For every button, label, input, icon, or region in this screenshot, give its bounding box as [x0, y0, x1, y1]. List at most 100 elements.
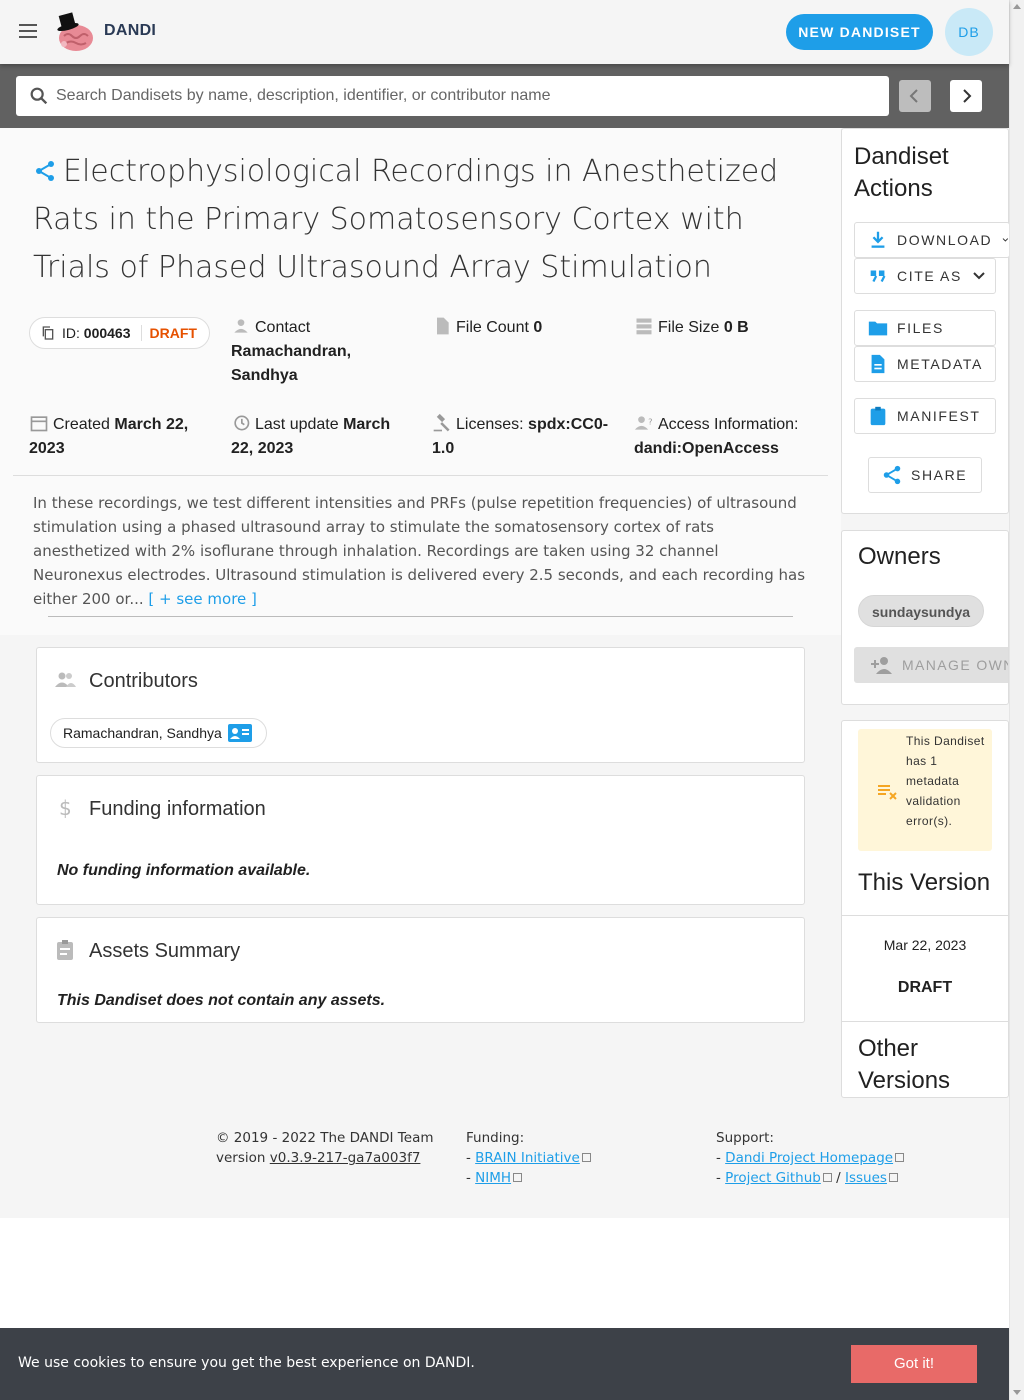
chevron-down-icon	[1002, 238, 1009, 242]
owners-title: Owners	[858, 543, 941, 570]
storage-icon	[636, 318, 652, 335]
search-icon	[30, 87, 48, 105]
description-divider	[48, 616, 793, 617]
person-question-icon: ?	[634, 416, 653, 430]
access-value: dandi:OpenAccess	[634, 440, 779, 457]
app-bar: DANDI NEW DANDISET DB	[0, 0, 1009, 64]
dollar-icon: $	[59, 796, 72, 820]
dandiset-title: Electrophysiological Recordings in Anest…	[33, 154, 779, 285]
share-icon	[883, 465, 901, 485]
manage-owners-button[interactable]: MANAGE OWNERS	[854, 647, 1008, 683]
brain-initiative-link[interactable]: BRAIN Initiative	[475, 1150, 580, 1166]
playlist-remove-icon	[878, 785, 897, 800]
funding-card: $ Funding information No funding informa…	[36, 775, 805, 905]
dandi-logo[interactable]	[52, 10, 96, 54]
cookie-accept-button[interactable]: Got it!	[851, 1345, 977, 1383]
scroll-down-arrow-icon[interactable]	[1013, 1390, 1021, 1395]
dandiset-description: In these recordings, we test different i…	[33, 491, 808, 611]
manage-owners-label: MANAGE OWNERS	[902, 657, 1008, 673]
manifest-button[interactable]: MANIFEST	[854, 398, 996, 434]
next-dandiset-button[interactable]	[950, 80, 982, 112]
new-dandiset-button[interactable]: NEW DANDISET	[786, 14, 933, 50]
contact-card-icon	[227, 724, 252, 742]
external-link-icon	[895, 1153, 905, 1162]
search-input[interactable]	[56, 76, 876, 116]
download-button[interactable]: DOWNLOAD	[854, 222, 1010, 258]
page-bottom-area	[0, 1218, 1009, 1328]
validation-warning[interactable]: This Dandiset has 1 metadata validation …	[858, 729, 992, 851]
licenses-label: Licenses:	[456, 416, 524, 433]
file-count-label: File Count	[456, 319, 529, 336]
support-label: Support:	[716, 1130, 774, 1146]
this-version-title: This Version	[858, 869, 991, 896]
menu-icon[interactable]	[16, 20, 40, 44]
cite-as-label: CITE AS	[897, 268, 962, 284]
dandiset-id: 000463	[83, 325, 131, 341]
dandiset-actions-card: Dandiset Actions DOWNLOAD CITE AS FILES …	[841, 128, 1010, 514]
download-icon	[871, 231, 885, 248]
svg-text:?: ?	[648, 417, 652, 427]
search-bar	[0, 64, 1009, 128]
dandiset-main: Electrophysiological Recordings in Anest…	[0, 128, 841, 635]
project-homepage-link[interactable]: Dandi Project Homepage	[725, 1150, 893, 1166]
external-link-icon	[513, 1173, 523, 1182]
version-entry[interactable]: Mar 22, 2023 DRAFT	[842, 917, 1008, 1021]
scroll-up-arrow-icon[interactable]	[1013, 4, 1021, 9]
calendar-icon	[30, 416, 48, 432]
version-prefix: version	[216, 1150, 266, 1166]
file-size-label: File Size	[658, 319, 720, 336]
other-versions-title: Other Versions	[858, 1035, 951, 1094]
version-divider	[842, 915, 1008, 916]
copy-icon[interactable]	[40, 325, 56, 341]
owner-chip[interactable]: sundaysundya	[858, 595, 985, 627]
see-more-link[interactable]: [ + see more ]	[148, 590, 256, 608]
issues-link[interactable]: Issues	[845, 1170, 887, 1186]
file-size: 0 B	[723, 319, 749, 336]
file-size-meta: File Size 0 B	[634, 316, 749, 340]
document-icon	[871, 354, 885, 374]
assets-card: Assets Summary This Dandiset does not co…	[36, 917, 805, 1023]
share-button[interactable]: SHARE	[868, 457, 982, 493]
chevron-down-icon	[973, 272, 985, 280]
external-link-icon	[888, 1173, 898, 1182]
group-icon	[55, 672, 76, 687]
funding-note: No funding information available.	[57, 862, 311, 879]
draft-badge: DRAFT	[140, 325, 197, 341]
contributor-chip[interactable]: Ramachandran, Sandhya	[50, 718, 267, 748]
funding-title: Funding information	[89, 798, 266, 820]
updated-label: Last update	[255, 416, 339, 433]
metadata-button[interactable]: METADATA	[854, 346, 996, 382]
prev-dandiset-button[interactable]	[899, 80, 931, 112]
versions-card: This Dandiset has 1 metadata validation …	[841, 720, 1009, 1098]
page-scrollbar[interactable]	[1009, 0, 1024, 1400]
project-github-link[interactable]: Project Github	[725, 1170, 821, 1186]
brand-name[interactable]: DANDI	[104, 22, 156, 40]
search-box[interactable]	[16, 76, 889, 116]
validation-warning-text: This Dandiset has 1 metadata validation …	[906, 734, 985, 828]
share-icon[interactable]	[33, 159, 57, 183]
contact-label: Contact	[255, 319, 311, 336]
files-label: FILES	[897, 320, 944, 336]
share-label: SHARE	[911, 467, 968, 483]
created-meta: Created March 22, 2023	[29, 413, 209, 461]
chevron-left-icon	[909, 89, 918, 103]
files-button[interactable]: FILES	[854, 310, 996, 346]
external-link-icon	[581, 1153, 591, 1162]
version-divider	[842, 1021, 1008, 1022]
version-label: DRAFT	[897, 979, 953, 996]
person-icon	[234, 319, 248, 333]
id-label: ID:	[62, 325, 80, 341]
footer: © 2019 - 2022 The DANDI Team version v0.…	[0, 1120, 1009, 1218]
gavel-icon	[433, 413, 450, 432]
cookie-banner: We use cookies to ensure you get the bes…	[0, 1328, 1009, 1400]
nimh-link[interactable]: NIMH	[475, 1170, 511, 1186]
dandiset-id-chip[interactable]: ID: 000463 DRAFT	[29, 317, 210, 349]
user-avatar[interactable]: DB	[945, 8, 993, 56]
history-icon	[234, 415, 250, 431]
version-link[interactable]: v0.3.9-217-ga7a003f7	[270, 1150, 421, 1166]
cite-as-button[interactable]: CITE AS	[854, 258, 996, 294]
footer-funding-col: Funding: - BRAIN Initiative - NIMH	[466, 1128, 591, 1188]
contributor-name: Ramachandran, Sandhya	[63, 725, 222, 741]
folder-icon	[868, 321, 888, 336]
actions-title: Dandiset Actions	[854, 143, 949, 202]
